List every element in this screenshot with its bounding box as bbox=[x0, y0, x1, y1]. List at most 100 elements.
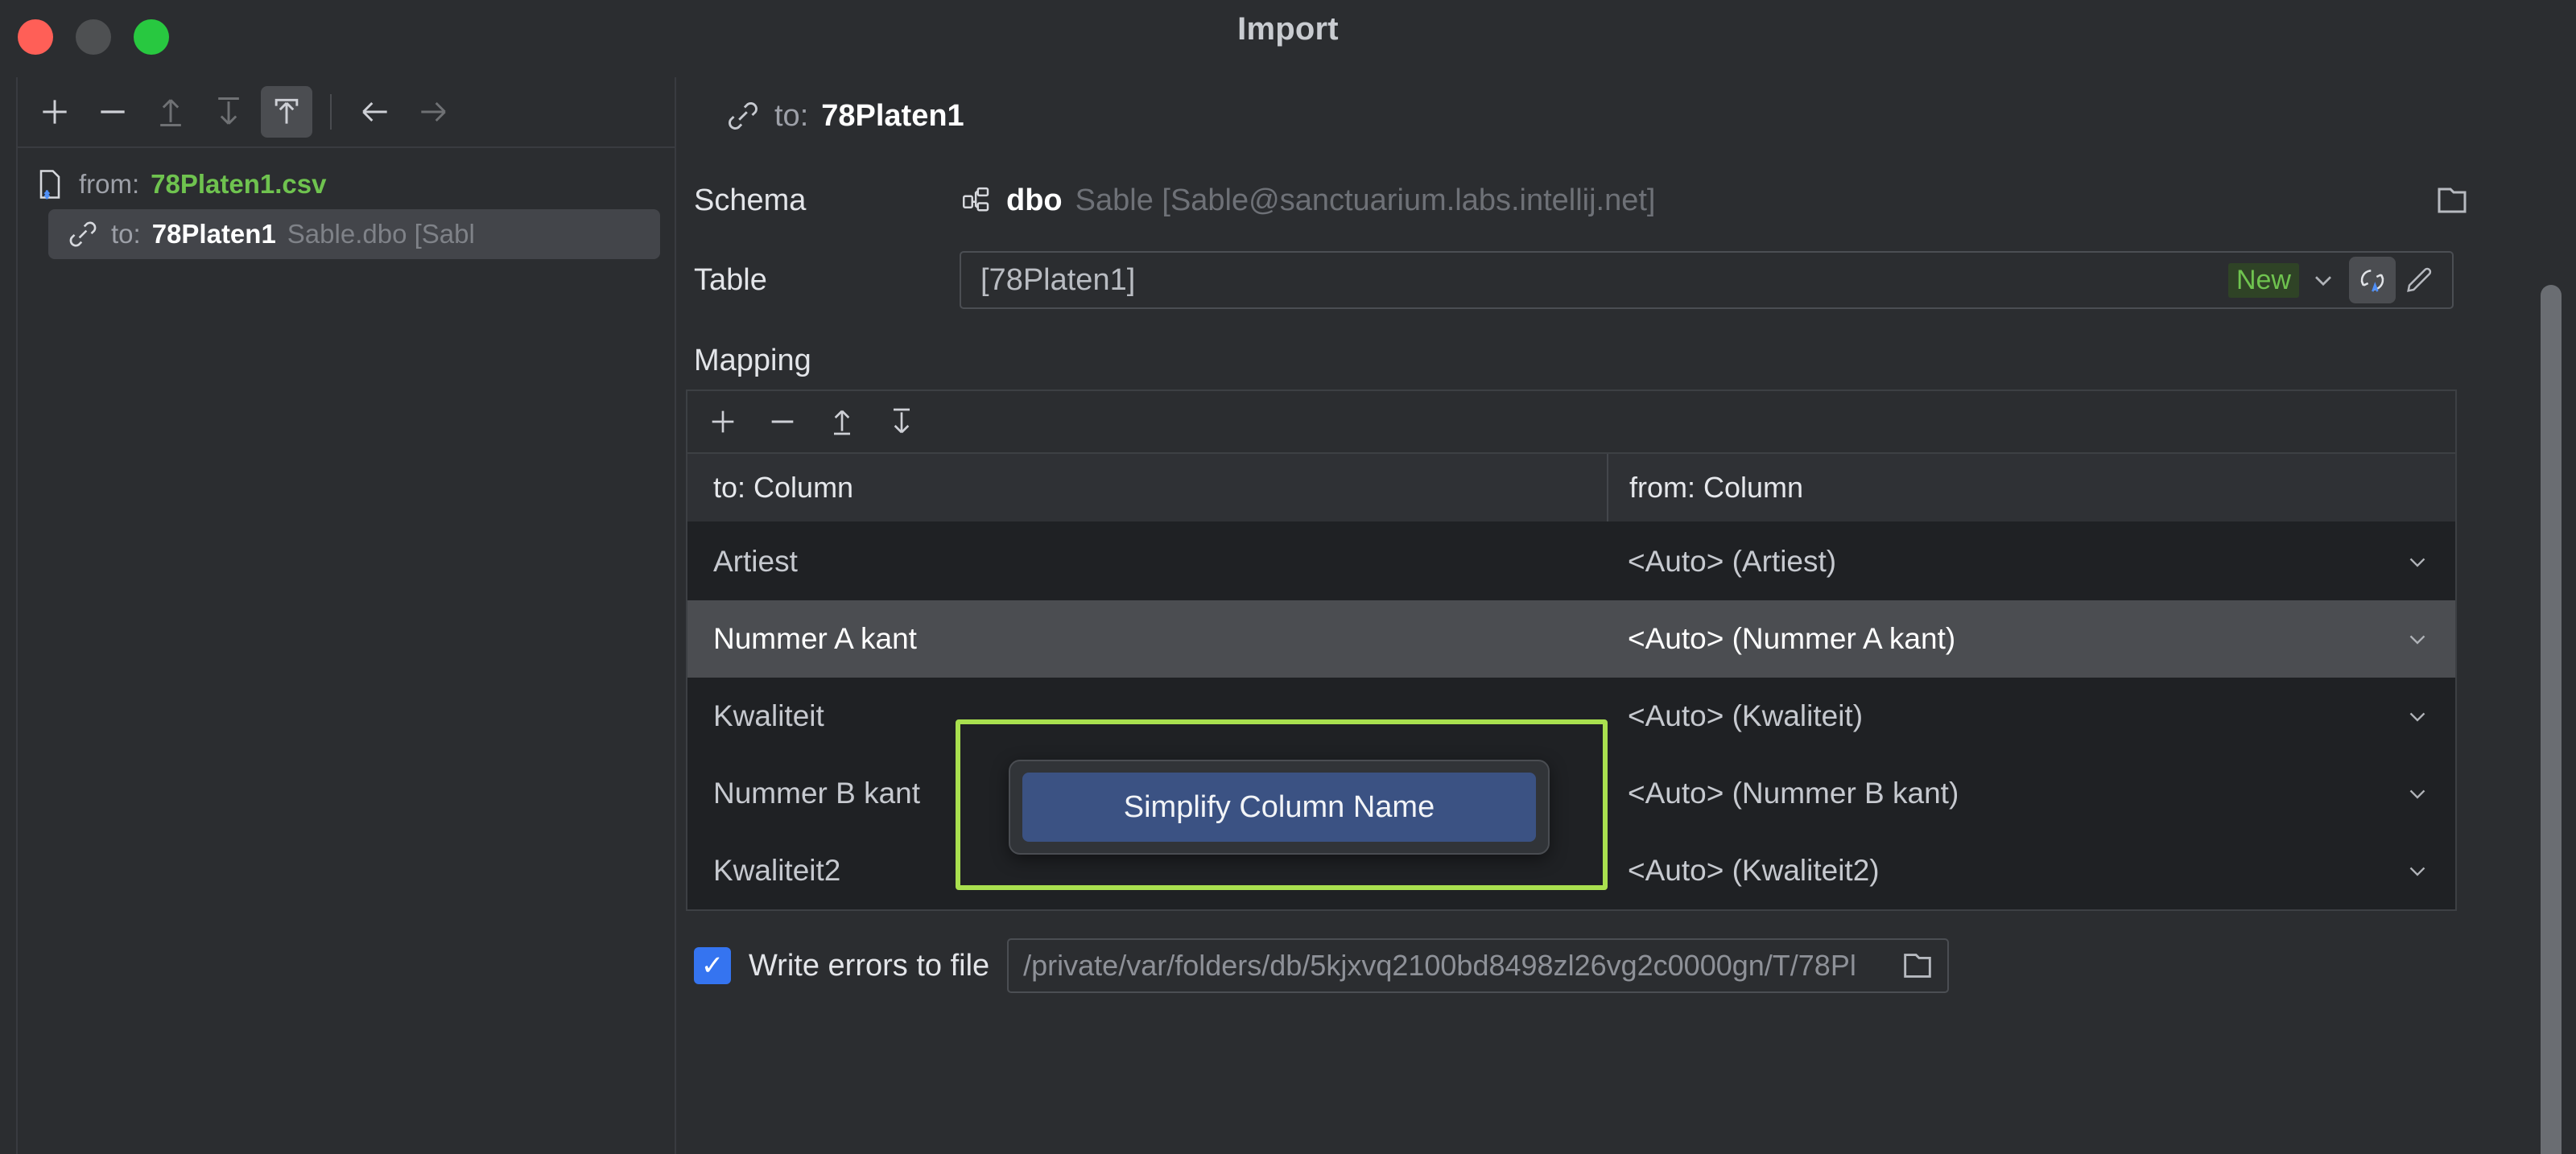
csv-file-icon bbox=[32, 167, 68, 202]
tree-item-target[interactable]: to: 78Platen1 Sable.dbo [Sabl bbox=[48, 209, 660, 259]
table-row[interactable]: Nummer A kant <Auto> (Nummer A kant) bbox=[687, 600, 2455, 678]
tree-item-source[interactable]: from: 78Platen1.csv bbox=[18, 159, 675, 209]
arrow-right-icon bbox=[415, 94, 451, 130]
arrow-up-out-of-box-icon bbox=[269, 94, 304, 130]
table-new-badge: New bbox=[2228, 263, 2299, 298]
import-dialog-window: Import bbox=[0, 0, 2576, 1154]
move-down-button[interactable] bbox=[203, 86, 254, 138]
mapping-panel: to: Column from: Column Artiest <Auto> (… bbox=[686, 389, 2457, 911]
arrow-left-icon bbox=[357, 94, 393, 130]
mapping-label: Mapping bbox=[679, 332, 2576, 389]
table-name-value: [78Platen1] bbox=[980, 263, 2228, 298]
move-mapping-down-button[interactable] bbox=[876, 396, 927, 447]
column-header-to: to: Column bbox=[687, 471, 1607, 505]
move-up-button[interactable] bbox=[145, 86, 196, 138]
cell-from-column[interactable]: <Auto> (Nummer A kant) bbox=[1607, 622, 2455, 656]
main-content: to: 78Platen1 Schema dbo Sable [Sable@sa… bbox=[679, 77, 2576, 1154]
remove-button[interactable] bbox=[87, 86, 138, 138]
cell-from-column[interactable]: <Auto> (Kwaliteit2) bbox=[1607, 854, 2455, 888]
vertical-scrollbar[interactable] bbox=[2541, 285, 2562, 1154]
chevron-down-icon bbox=[2404, 548, 2431, 575]
chevron-down-icon bbox=[2404, 780, 2431, 807]
error-file-path-value: /private/var/folders/db/5kjxvq2100bd8498… bbox=[1023, 949, 1899, 983]
row-dropdown-button[interactable] bbox=[2404, 780, 2455, 807]
table-name-input[interactable]: [78Platen1] New bbox=[960, 251, 2454, 309]
title-bar: Import bbox=[0, 0, 2576, 74]
error-file-path-input[interactable]: /private/var/folders/db/5kjxvq2100bd8498… bbox=[1007, 938, 1949, 993]
column-header-from: from: Column bbox=[1607, 454, 2455, 521]
minus-icon bbox=[95, 94, 130, 130]
window-title: Import bbox=[0, 11, 2576, 47]
chevron-down-icon bbox=[2309, 266, 2338, 295]
pencil-icon bbox=[2403, 264, 2435, 296]
back-button[interactable] bbox=[349, 86, 401, 138]
schema-value[interactable]: dbo Sable [Sable@sanctuarium.labs.intell… bbox=[960, 183, 1656, 218]
arrow-down-to-line-icon bbox=[886, 406, 918, 438]
source-target-tree: from: 78Platen1.csv to: 78Platen1 Sable.… bbox=[18, 148, 675, 259]
arrow-down-to-line-icon bbox=[211, 94, 246, 130]
row-dropdown-button[interactable] bbox=[2404, 548, 2455, 575]
add-button[interactable] bbox=[29, 86, 80, 138]
row-dropdown-button[interactable] bbox=[2404, 703, 2455, 730]
cell-from-column[interactable]: <Auto> (Artiest) bbox=[1607, 545, 2455, 579]
simplify-column-name-menu-item[interactable]: Simplify Column Name bbox=[1022, 773, 1536, 842]
add-mapping-button[interactable] bbox=[697, 396, 749, 447]
arrow-up-to-line-icon bbox=[153, 94, 188, 130]
schema-connection: Sable [Sable@sanctuarium.labs.intellij.n… bbox=[1075, 183, 1656, 218]
folder-icon bbox=[2433, 181, 2471, 220]
table-row: Table [78Platen1] New bbox=[679, 249, 2576, 311]
panel-header-value: 78Platen1 bbox=[821, 99, 964, 134]
table-refresh-button[interactable] bbox=[2349, 257, 2396, 303]
table-row[interactable]: Kwaliteit <Auto> (Kwaliteit) bbox=[687, 678, 2455, 755]
chevron-down-icon bbox=[2404, 703, 2431, 730]
table-dropdown-button[interactable] bbox=[2309, 266, 2338, 295]
write-errors-label: Write errors to file bbox=[749, 949, 989, 983]
error-file-browse-button[interactable] bbox=[1899, 947, 1936, 984]
remove-mapping-button[interactable] bbox=[757, 396, 808, 447]
row-dropdown-button[interactable] bbox=[2404, 857, 2455, 884]
schema-browse-button[interactable] bbox=[2433, 181, 2471, 220]
cell-to-column: Nummer A kant bbox=[687, 622, 1607, 656]
cell-from-column[interactable]: <Auto> (Nummer B kant) bbox=[1607, 777, 2455, 810]
row-dropdown-button[interactable] bbox=[2404, 625, 2455, 653]
write-errors-row: ✓ Write errors to file /private/var/fold… bbox=[679, 929, 2576, 1003]
panel-header-prefix: to: bbox=[774, 99, 808, 134]
cell-from-value: <Auto> (Kwaliteit2) bbox=[1628, 854, 2404, 888]
schema-label: Schema bbox=[686, 183, 960, 218]
table-row[interactable]: Kwaliteit2 <Auto> (Kwaliteit2) bbox=[687, 832, 2455, 909]
cell-to-column: Kwaliteit2 bbox=[687, 854, 1607, 888]
cell-to-column: Kwaliteit bbox=[687, 699, 1607, 733]
context-menu-popup: Simplify Column Name bbox=[1009, 760, 1550, 855]
sidebar-toolbar bbox=[18, 77, 675, 148]
plus-icon bbox=[37, 94, 72, 130]
cell-from-column[interactable]: <Auto> (Kwaliteit) bbox=[1607, 699, 2455, 733]
folder-icon bbox=[1899, 947, 1936, 984]
chevron-down-icon bbox=[2404, 857, 2431, 884]
schema-name: dbo bbox=[1006, 183, 1063, 218]
write-errors-checkbox[interactable]: ✓ bbox=[694, 947, 731, 984]
link-icon bbox=[724, 97, 762, 134]
mapping-toolbar bbox=[687, 391, 2455, 454]
schema-icon bbox=[960, 183, 993, 217]
forward-button[interactable] bbox=[407, 86, 459, 138]
chevron-down-icon bbox=[2404, 625, 2431, 653]
mapping-rows: Artiest <Auto> (Artiest) Nummer A kant <… bbox=[687, 523, 2455, 909]
plus-icon bbox=[707, 406, 739, 438]
table-row[interactable]: Artiest <Auto> (Artiest) bbox=[687, 523, 2455, 600]
tree-item-source-name: 78Platen1.csv bbox=[151, 169, 326, 200]
cell-from-value: <Auto> (Artiest) bbox=[1628, 545, 2404, 579]
mapping-header-row: to: Column from: Column bbox=[687, 454, 2455, 523]
tree-item-source-prefix: from: bbox=[79, 169, 139, 200]
panel-header: to: 78Platen1 bbox=[679, 77, 2576, 155]
export-button[interactable] bbox=[261, 86, 312, 138]
refresh-schema-icon bbox=[2356, 264, 2388, 296]
move-mapping-up-button[interactable] bbox=[816, 396, 868, 447]
cell-to-column: Artiest bbox=[687, 545, 1607, 579]
arrow-up-to-line-icon bbox=[826, 406, 858, 438]
cell-from-value: <Auto> (Nummer B kant) bbox=[1628, 777, 2404, 810]
tree-item-target-prefix: to: bbox=[111, 219, 141, 249]
table-row[interactable]: Nummer B kant <Auto> (Nummer B kant) bbox=[687, 755, 2455, 832]
schema-row: Schema dbo Sable [Sable@sanctuarium.labs… bbox=[679, 169, 2576, 232]
table-edit-button[interactable] bbox=[2396, 257, 2442, 303]
tree-item-target-detail: Sable.dbo [Sabl bbox=[287, 219, 475, 249]
